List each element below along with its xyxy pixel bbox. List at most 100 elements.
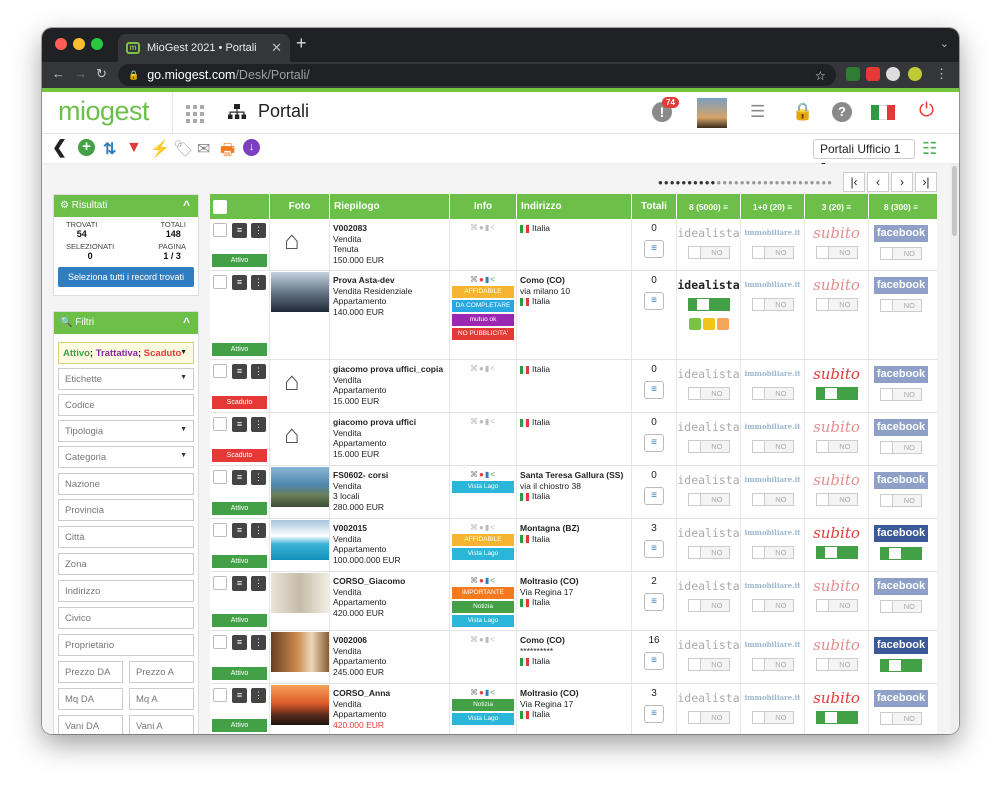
publish-toggle[interactable]: NO — [751, 298, 794, 311]
totals-menu-button[interactable]: ≡ — [644, 540, 664, 558]
details-list-icon[interactable]: ≡ — [232, 470, 247, 485]
more-vertical-icon[interactable]: ⋮ — [251, 275, 266, 290]
publish-toggle[interactable]: NO — [751, 658, 794, 671]
page-scrollbar[interactable] — [950, 164, 959, 734]
table-row[interactable]: ≡ ⋮ Attivo Prova Asta-dev Vendita Residenzia… — [210, 271, 937, 360]
listing-code[interactable]: FS0602- corsi — [333, 470, 446, 481]
italian-flag-icon[interactable] — [871, 105, 895, 120]
header-portal-immobiliare[interactable]: 1+0 (20) ≡ — [741, 194, 805, 219]
publish-toggle[interactable]: NO — [751, 246, 794, 259]
select-all-checkbox[interactable] — [213, 199, 227, 214]
table-row[interactable]: ≡ ⋮ Attivo CORSO_Anna Vendita Appartamento 420… — [210, 684, 937, 734]
header-totali[interactable]: Totali — [632, 194, 677, 219]
prezzo-a-input[interactable]: Prezzo A — [129, 661, 194, 683]
listing-photo[interactable] — [271, 272, 329, 312]
info-icons[interactable]: ⌘●▮< — [452, 688, 514, 697]
new-tab-button[interactable]: + — [296, 33, 307, 54]
summary-cell[interactable]: V002006 Vendita Appartamento 245.000 EUR — [330, 631, 450, 683]
categoria-select[interactable]: Categoria ▼ — [58, 446, 194, 468]
table-row[interactable]: ≡ ⋮ Scaduto ⌂ giacomo prova uffici Vendita App… — [210, 413, 937, 466]
browser-menu-icon[interactable]: ⋮ — [935, 66, 948, 82]
listing-photo[interactable] — [271, 632, 329, 672]
forward-arrow-icon[interactable]: → — [74, 66, 87, 81]
chevron-up-icon[interactable]: ^ — [183, 198, 190, 212]
download-circle-icon[interactable]: ↓ — [243, 139, 260, 156]
details-list-icon[interactable]: ≡ — [232, 523, 247, 538]
browser-tab[interactable]: m MioGest 2021 • Portali ✕ — [118, 34, 290, 62]
details-list-icon[interactable]: ≡ — [232, 688, 247, 703]
vani-a-input[interactable]: Vani A — [129, 715, 194, 734]
chevron-up-icon[interactable]: ^ — [183, 315, 190, 329]
totals-menu-button[interactable]: ≡ — [644, 434, 664, 452]
more-vertical-icon[interactable]: ⋮ — [251, 223, 266, 238]
details-list-icon[interactable]: ≡ — [232, 635, 247, 650]
bookmark-star-icon[interactable]: ☆ — [815, 68, 826, 83]
lock-icon[interactable]: 🔒 — [792, 102, 813, 122]
publish-toggle[interactable]: NO — [751, 711, 794, 724]
publish-toggle[interactable]: NO — [751, 440, 794, 453]
row-checkbox[interactable] — [213, 523, 227, 537]
listing-photo[interactable] — [271, 573, 329, 613]
back-arrow-icon[interactable]: ← — [52, 66, 65, 81]
minus-icon[interactable] — [716, 318, 729, 330]
publish-toggle[interactable]: NO — [815, 493, 858, 506]
publish-toggle[interactable]: NO — [880, 388, 922, 401]
publish-toggle[interactable]: SI — [687, 298, 730, 311]
more-vertical-icon[interactable]: ⋮ — [251, 470, 266, 485]
listing-code[interactable]: CORSO_Anna — [333, 688, 446, 699]
publish-toggle[interactable]: NO — [751, 493, 794, 506]
publish-toggle[interactable]: NO — [815, 246, 858, 259]
publish-toggle[interactable]: SI — [880, 659, 922, 672]
select-all-records-button[interactable]: Seleziona tutti i record trovati — [58, 267, 194, 287]
listing-code[interactable]: CORSO_Giacomo — [333, 576, 446, 587]
summary-cell[interactable]: V002015 Vendita Appartamento 100.000.000 EU… — [330, 519, 450, 571]
header-indirizzo[interactable]: Indirizzo — [517, 194, 632, 219]
citta-input[interactable]: Città — [58, 526, 194, 548]
more-vertical-icon[interactable]: ⋮ — [251, 417, 266, 432]
filters-panel-header[interactable]: 🔍 Filtri ^ — [54, 312, 198, 334]
row-checkbox[interactable] — [213, 364, 227, 378]
help-question-icon[interactable]: ? — [832, 102, 852, 122]
publish-toggle[interactable]: NO — [687, 658, 730, 671]
listing-code[interactable]: giacomo prova uffici — [333, 417, 446, 428]
publish-toggle[interactable]: NO — [687, 387, 730, 400]
prezzo-da-input[interactable]: Prezzo DA — [58, 661, 123, 683]
proprietario-input[interactable]: Proprietario — [58, 634, 194, 656]
summary-cell[interactable]: giacomo prova uffici_copia Vendita Apparta… — [330, 360, 450, 412]
publish-toggle[interactable]: NO — [751, 546, 794, 559]
totals-menu-button[interactable]: ≡ — [644, 705, 664, 723]
listing-code[interactable]: V002006 — [333, 635, 446, 646]
list-view-icon[interactable]: ☷ — [922, 139, 937, 159]
listing-code[interactable]: giacomo prova uffici_copia — [333, 364, 446, 375]
publish-toggle[interactable]: NO — [687, 546, 730, 559]
details-list-icon[interactable]: ≡ — [232, 417, 247, 432]
totals-menu-button[interactable]: ≡ — [644, 652, 664, 670]
publish-toggle[interactable]: SI — [815, 546, 858, 559]
mq-da-input[interactable]: Mq DA — [58, 688, 123, 710]
publish-toggle[interactable]: SI — [815, 387, 858, 400]
apps-grid-icon[interactable] — [186, 105, 204, 123]
settings-sliders-icon[interactable]: ☰ — [750, 102, 765, 122]
publish-toggle[interactable]: NO — [687, 493, 730, 506]
listing-code[interactable]: V002015 — [333, 523, 446, 534]
info-icons[interactable]: ⌘●▮< — [452, 275, 514, 284]
extension-icon[interactable] — [846, 67, 860, 81]
row-checkbox[interactable] — [213, 223, 227, 237]
header-riepilogo[interactable]: Riepilogo — [330, 194, 450, 219]
publish-toggle[interactable]: SI — [815, 711, 858, 724]
publish-toggle[interactable]: NO — [751, 599, 794, 612]
table-row[interactable]: ≡ ⋮ Attivo CORSO_Giacomo Vendita Appartamento… — [210, 572, 937, 631]
profile-avatar-icon[interactable] — [908, 67, 922, 81]
summary-cell[interactable]: CORSO_Anna Vendita Appartamento 420.000 EUR — [330, 684, 450, 734]
publish-toggle[interactable]: NO — [687, 440, 730, 453]
table-row[interactable]: ≡ ⋮ Attivo V002015 Vendita Appartamento 100.00… — [210, 519, 937, 572]
sort-arrows-icon[interactable]: ⇅ — [103, 139, 116, 159]
next-page-button[interactable]: › — [891, 172, 913, 192]
row-checkbox[interactable] — [213, 635, 227, 649]
results-panel-header[interactable]: ⚙ Risultati ^ — [54, 195, 198, 217]
bolt-icon[interactable]: ⚡ — [150, 139, 170, 159]
details-list-icon[interactable]: ≡ — [232, 275, 247, 290]
table-row[interactable]: ≡ ⋮ Attivo ⌂ V002083 Vendita Tenuta 150.000 EUR… — [210, 219, 937, 271]
totals-menu-button[interactable]: ≡ — [644, 487, 664, 505]
header-portal-facebook[interactable]: 8 (300) ≡ — [869, 194, 933, 219]
